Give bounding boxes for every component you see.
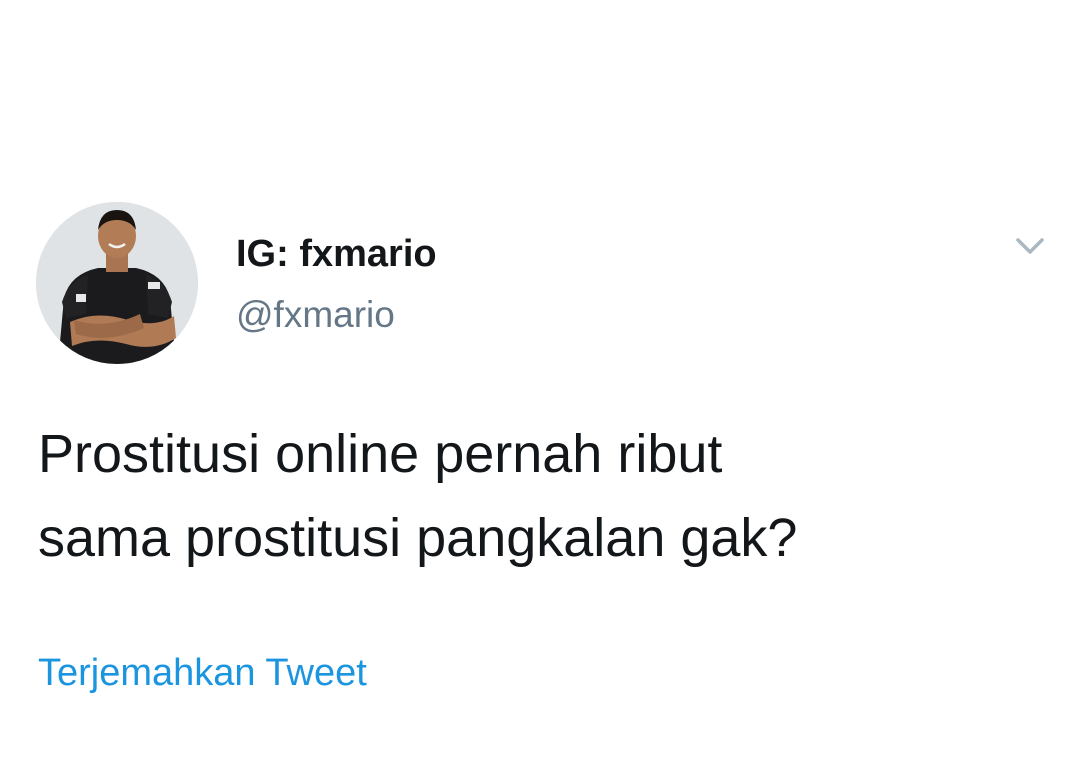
tweet-text-line: sama prostitusi pangkalan gak? — [38, 508, 798, 568]
avatar[interactable] — [36, 202, 198, 364]
tweet-text-line: Prostitusi online pernah ribut — [38, 424, 723, 484]
display-name[interactable]: IG: fxmario — [236, 230, 437, 278]
tweet-text: Prostitusi online pernah ribut sama pros… — [38, 412, 1038, 580]
chevron-down-icon[interactable] — [1008, 228, 1052, 264]
translate-tweet-link[interactable]: Terjemahkan Tweet — [38, 648, 367, 698]
avatar-image — [36, 202, 198, 364]
tweet-card: IG: fxmario @fxmario Prostitusi online p… — [0, 0, 1080, 773]
user-handle[interactable]: @fxmario — [236, 291, 395, 339]
